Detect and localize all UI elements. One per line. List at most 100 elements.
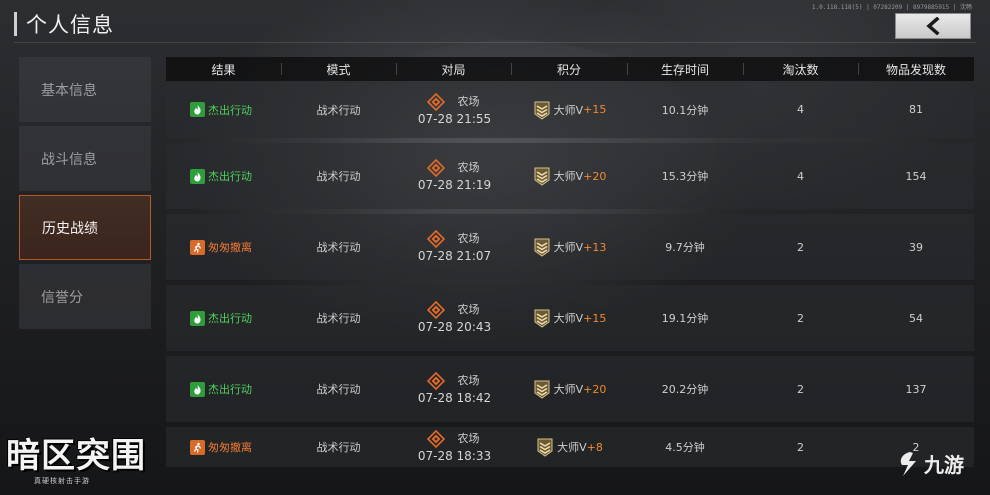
cell-result: 杰出行动 xyxy=(166,285,281,351)
rank-badge-icon xyxy=(532,166,552,186)
table-row[interactable]: 杰出行动 战术行动 农场 07-28 21:19 大师V +20 15.3分钟 4 154 xyxy=(166,143,974,209)
cell-survival-time: 9.7分钟 xyxy=(665,241,705,254)
cell-items-found: 39 xyxy=(909,240,923,254)
match-time: 07-28 21:55 xyxy=(417,111,492,126)
cell-match: 农场 07-28 18:33 xyxy=(396,427,511,467)
header-items-found: 物品发现数 xyxy=(858,57,974,81)
table-row[interactable]: 杰出行动 战术行动 农场 07-28 18:42 大师V +20 20.2分钟 2 137 xyxy=(166,356,974,422)
title-accent-bar xyxy=(14,12,17,36)
cell-result: 杰出行动 xyxy=(166,143,281,209)
map-name: 农场 xyxy=(457,232,480,245)
cell-score: 大师V +13 xyxy=(511,214,627,280)
sidebar-item-credit-score[interactable]: 信誉分 xyxy=(19,264,151,329)
rank-name: 大师V xyxy=(553,170,584,183)
score-delta: +15 xyxy=(583,311,607,325)
header-score: 积分 xyxy=(511,57,627,81)
match-time: 07-28 18:33 xyxy=(417,449,492,463)
cell-score: 大师V +8 xyxy=(511,427,627,467)
cell-mode: 战术行动 xyxy=(316,441,361,454)
cell-match: 农场 07-28 20:43 xyxy=(396,285,511,351)
score-delta: +8 xyxy=(586,440,603,454)
match-time: 07-28 20:43 xyxy=(417,320,492,334)
table-header: 结果 模式 对局 积分 生存时间 淘汰数 物品发现数 xyxy=(166,57,974,81)
cell-items-found: 137 xyxy=(905,382,927,396)
map-marker-icon xyxy=(427,300,446,320)
map-name: 农场 xyxy=(457,432,480,445)
rank-badge-icon xyxy=(532,100,552,120)
rank-badge-icon xyxy=(532,308,552,328)
cell-items-found: 154 xyxy=(905,169,927,183)
header-mode: 模式 xyxy=(281,57,396,81)
sidebar-item-basic-info[interactable]: 基本信息 xyxy=(19,57,151,122)
map-name: 农场 xyxy=(457,161,480,174)
cell-mode: 战术行动 xyxy=(316,103,361,117)
result-label: 杰出行动 xyxy=(208,170,252,183)
logo-title: 暗区突围 xyxy=(6,436,146,476)
cell-survival-time: 4.5分钟 xyxy=(665,441,705,454)
game-logo: 暗区突围 真硬核射击手游 xyxy=(6,436,166,492)
page-header: 个人信息 xyxy=(14,8,114,40)
back-arrow-icon xyxy=(926,17,940,35)
result-label: 杰出行动 xyxy=(208,383,252,396)
cell-score: 大师V +20 xyxy=(511,143,627,209)
cell-mode: 战术行动 xyxy=(316,383,361,396)
rank-badge-icon xyxy=(535,437,555,457)
cell-eliminations: 4 xyxy=(797,169,804,183)
header-match: 对局 xyxy=(396,57,511,81)
score-delta: +13 xyxy=(583,240,607,254)
cell-result: 匆匆撤离 xyxy=(166,214,281,280)
map-name: 农场 xyxy=(457,303,480,316)
map-marker-icon xyxy=(427,92,446,111)
running-icon xyxy=(190,239,205,255)
cell-result: 匆匆撤离 xyxy=(166,427,281,467)
sidebar-item-combat-info[interactable]: 战斗信息 xyxy=(19,126,151,191)
rank-badge-icon xyxy=(532,379,552,399)
cell-items-found: 81 xyxy=(909,103,923,116)
table-row[interactable]: 杰出行动 战术行动 农场 07-28 21:55 大师V +15 10.1分钟 4 81 xyxy=(166,81,974,138)
cell-eliminations: 2 xyxy=(797,311,804,325)
score-delta: +15 xyxy=(583,103,607,116)
cell-score: 大师V +20 xyxy=(511,356,627,422)
page-title: 个人信息 xyxy=(26,13,114,37)
table-row[interactable]: 杰出行动 战术行动 农场 07-28 20:43 大师V +15 19.1分钟 2 54 xyxy=(166,285,974,351)
table-row[interactable]: 匆匆撤离 战术行动 农场 07-28 21:07 大师V +13 9.7分钟 2 39 xyxy=(166,214,974,280)
sidebar-nav: 基本信息 战斗信息 历史战绩 信誉分 xyxy=(19,57,151,333)
cell-score: 大师V +15 xyxy=(511,285,627,351)
sidebar-item-match-history[interactable]: 历史战绩 xyxy=(19,195,151,260)
cell-eliminations: 2 xyxy=(797,440,804,454)
cell-result: 杰出行动 xyxy=(166,81,281,138)
score-delta: +20 xyxy=(583,382,607,396)
cell-match: 农场 07-28 21:07 xyxy=(396,214,511,280)
match-history-table: 结果 模式 对局 积分 生存时间 淘汰数 物品发现数 杰出行动 战术行动 农场 07-… xyxy=(166,57,974,467)
sidebar-item-label: 战斗信息 xyxy=(41,151,97,168)
cell-survival-time: 20.2分钟 xyxy=(661,383,709,396)
flame-icon xyxy=(190,381,205,397)
watermark-text: 九游 xyxy=(924,453,964,477)
sidebar-item-label: 信誉分 xyxy=(41,289,83,306)
watermark: 九游 xyxy=(896,449,964,478)
cell-mode: 战术行动 xyxy=(316,241,361,254)
cell-survival-time: 19.1分钟 xyxy=(661,312,709,325)
logo-subtitle: 真硬核射击手游 xyxy=(34,477,90,485)
back-button[interactable] xyxy=(895,13,971,39)
flame-icon xyxy=(190,102,205,117)
score-delta: +20 xyxy=(583,169,607,183)
match-time: 07-28 18:42 xyxy=(417,391,492,405)
cell-match: 农场 07-28 21:55 xyxy=(396,81,511,138)
rank-name: 大师V xyxy=(553,312,584,325)
running-icon xyxy=(190,439,205,455)
cell-mode: 战术行动 xyxy=(316,170,361,183)
match-time: 07-28 21:19 xyxy=(417,178,492,192)
cell-eliminations: 2 xyxy=(797,240,804,254)
rank-name: 大师V xyxy=(553,103,584,117)
header-divider xyxy=(14,42,976,43)
flame-icon xyxy=(190,168,205,184)
table-row[interactable]: 匆匆撤离 战术行动 农场 07-28 18:33 大师V +8 4.5分钟 2 2 xyxy=(166,427,974,467)
watermark-logo-icon xyxy=(900,451,916,476)
version-status-text: 1.0.118.118(5) | 07282209 | 8979885915 |… xyxy=(811,4,972,11)
flame-icon xyxy=(190,310,205,326)
map-marker-icon xyxy=(427,429,446,449)
header-eliminations: 淘汰数 xyxy=(743,57,858,81)
result-label: 杰出行动 xyxy=(208,312,252,325)
cell-eliminations: 4 xyxy=(797,103,804,116)
